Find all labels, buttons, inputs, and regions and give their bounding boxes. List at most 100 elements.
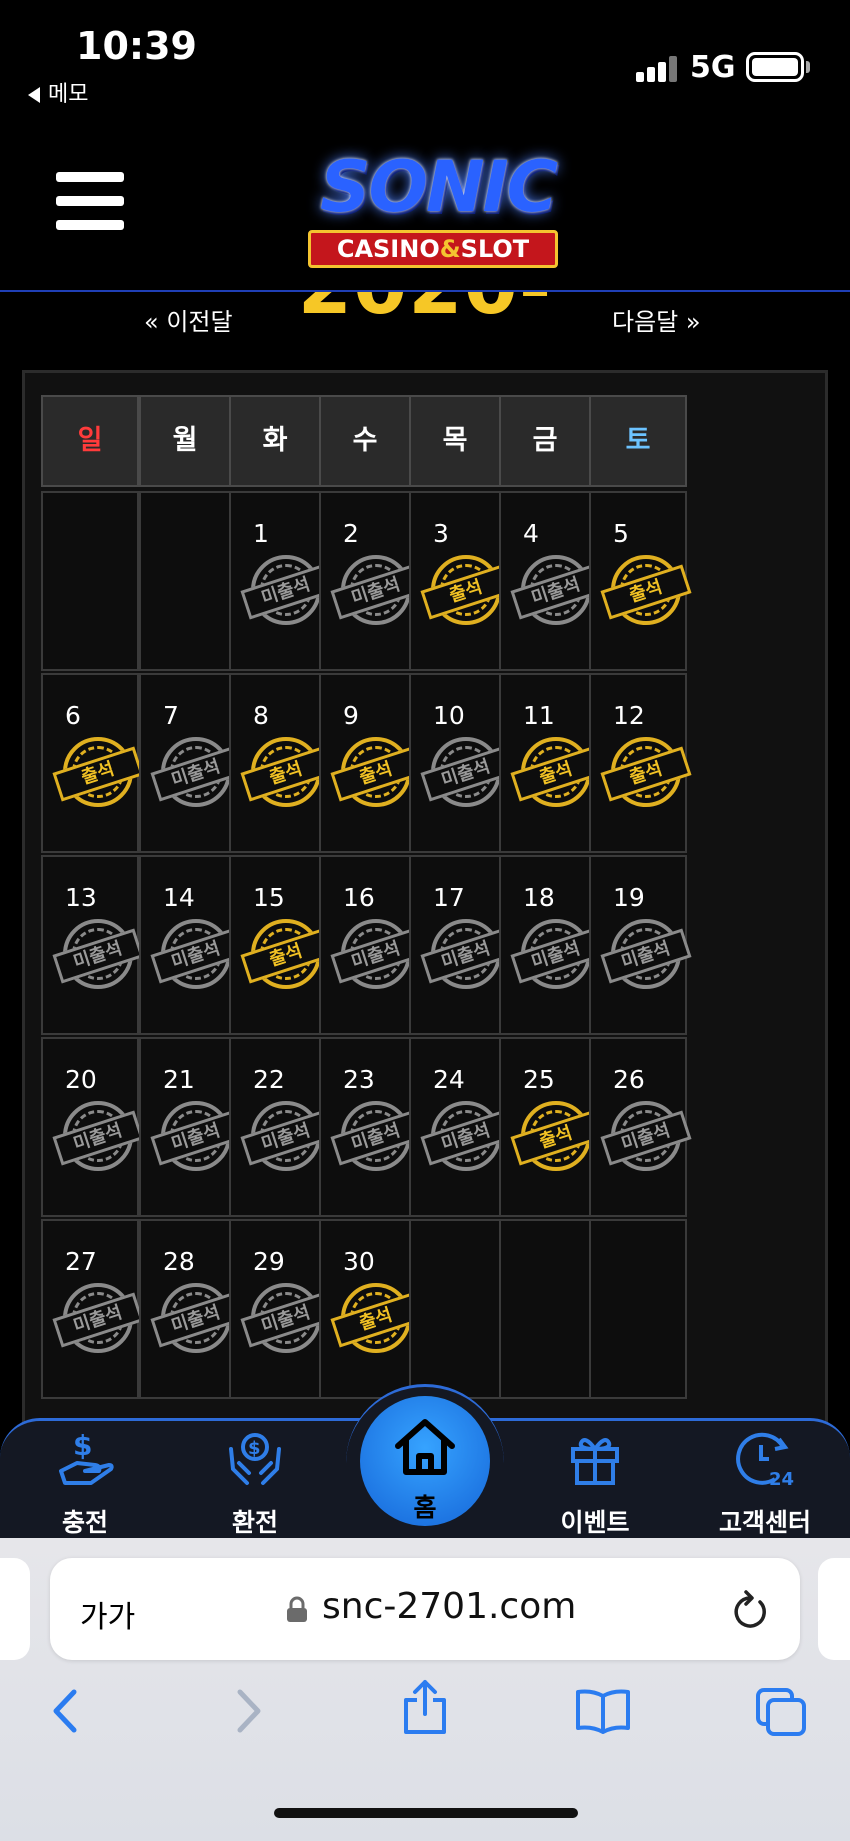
absent-stamp-icon: 미출석 [510,919,602,989]
day-number: 16 [343,883,375,912]
day-number: 25 [523,1065,555,1094]
calendar-day-cell[interactable]: 24 미출석 [409,1037,512,1217]
absent-stamp-icon: 미출석 [420,737,512,807]
calendar-day-cell[interactable]: 29 미출석 [229,1219,332,1399]
calendar-day-cell[interactable]: 30 출석 [319,1219,422,1399]
weekday-header: 목 [409,395,501,487]
day-number: 20 [65,1065,97,1094]
url-text: snc-2701.com [322,1586,577,1627]
logo-sub-badge: CASINO&SLOT [308,230,558,268]
tabs-icon[interactable] [754,1686,808,1738]
reload-icon[interactable] [730,1588,770,1632]
calendar-day-cell[interactable]: 4 미출석 [499,491,602,671]
site-header: SONIC CASINO&SLOT [0,120,850,292]
share-icon[interactable] [400,1678,450,1736]
calendar-day-cell[interactable]: 2 미출석 [319,491,422,671]
calendar-day-cell[interactable]: 18 미출석 [499,855,602,1035]
calendar-day-cell[interactable]: 22 미출석 [229,1037,332,1217]
status-bar: 10:39 메모 5G [0,0,850,120]
day-number: 6 [65,701,81,730]
day-number: 8 [253,701,269,730]
svg-text:$: $ [73,1429,92,1462]
attended-stamp-icon: 출석 [420,555,512,625]
calendar-day-cell[interactable]: 8 출석 [229,673,332,853]
calendar-day-cell[interactable]: 10 미출석 [409,673,512,853]
calendar-day-cell[interactable]: 12 출석 [589,673,692,853]
day-number: 13 [65,883,97,912]
next-tab-preview[interactable] [818,1558,850,1660]
absent-stamp-icon: 미출석 [150,1283,242,1353]
back-to-app-link[interactable]: 메모 [28,76,88,108]
text-size-button[interactable]: 가가 [80,1592,135,1636]
calendar-day-cell[interactable]: 5 출석 [589,491,692,671]
day-number: 22 [253,1065,285,1094]
cellular-signal-icon [636,56,678,82]
day-number: 21 [163,1065,195,1094]
weekday-header: 토 [589,395,687,487]
next-month-link[interactable]: 다음달 » [612,302,701,336]
day-number: 19 [613,883,645,912]
status-time: 10:39 [76,24,197,68]
calendar-day-cell[interactable]: 3 출석 [409,491,512,671]
calendar-day-cell[interactable]: 20 미출석 [41,1037,144,1217]
calendar-day-cell[interactable]: 13 미출석 [41,855,144,1035]
calendar-day-cell[interactable]: 28 미출석 [139,1219,242,1399]
nav-deposit[interactable]: $ 충전 [10,1421,160,1541]
day-number: 7 [163,701,179,730]
nav-event[interactable]: 이벤트 [520,1421,670,1541]
home-indicator [274,1808,578,1818]
address-bar[interactable]: 가가 snc-2701.com [50,1558,800,1660]
weekday-header: 금 [499,395,591,487]
day-number: 4 [523,519,539,548]
calendar-day-cell[interactable]: 19 미출석 [589,855,692,1035]
calendar-day-cell[interactable]: 15 출석 [229,855,332,1035]
nav-withdraw[interactable]: $ 환전 [180,1421,330,1541]
browser-toolbar: 가가 snc-2701.com [0,1538,850,1841]
weekday-header: 월 [139,395,231,487]
nav-deposit-label: 충전 [61,1508,108,1537]
site-logo[interactable]: SONIC CASINO&SLOT [278,146,598,270]
calendar-day-cell[interactable]: 26 미출석 [589,1037,692,1217]
bookmarks-book-icon[interactable] [574,1686,632,1736]
back-triangle-icon [28,87,40,103]
weekday-header: 화 [229,395,321,487]
day-number: 23 [343,1065,375,1094]
calendar-day-cell[interactable]: 14 미출석 [139,855,242,1035]
day-number: 24 [433,1065,465,1094]
calendar-day-cell[interactable]: 27 미출석 [41,1219,144,1399]
forward-chevron-icon[interactable] [228,1686,268,1736]
nav-support-label: 고객센터 [718,1508,811,1537]
nav-withdraw-label: 환전 [231,1508,278,1537]
svg-text:$: $ [248,1438,261,1459]
attended-stamp-icon: 출석 [330,737,422,807]
absent-stamp-icon: 미출석 [52,919,144,989]
calendar-day-cell[interactable]: 1 미출석 [229,491,332,671]
calendar-day-cell[interactable]: 17 미출석 [409,855,512,1035]
attended-stamp-icon: 출석 [510,737,602,807]
logo-sub-amp: & [439,235,461,263]
logo-sub-right: SLOT [460,235,530,263]
battery-icon [746,52,804,82]
calendar-day-cell[interactable]: 25 출석 [499,1037,602,1217]
nav-support[interactable]: 24 고객센터 [690,1421,840,1541]
nav-home-button[interactable]: 홈 [360,1396,490,1526]
absent-stamp-icon: 미출석 [240,1283,332,1353]
menu-icon[interactable] [56,172,126,234]
battery-tip-icon [806,61,810,73]
logo-sub-left: CASINO [336,235,440,263]
previous-tab-preview[interactable] [0,1558,30,1660]
back-chevron-icon[interactable] [46,1686,86,1736]
prev-month-link[interactable]: « 이전달 [144,302,233,336]
calendar-day-cell[interactable]: 7 미출석 [139,673,242,853]
calendar-day-cell[interactable]: 6 출석 [41,673,144,853]
calendar-day-cell[interactable]: 16 미출석 [319,855,422,1035]
absent-stamp-icon: 미출석 [52,1101,144,1171]
day-number: 17 [433,883,465,912]
calendar-day-cell[interactable]: 23 미출석 [319,1037,422,1217]
day-number: 28 [163,1247,195,1276]
calendar-day-cell[interactable]: 11 출석 [499,673,602,853]
calendar-day-cell[interactable]: 9 출석 [319,673,422,853]
calendar-empty-cell [499,1219,591,1399]
absent-stamp-icon: 미출석 [240,555,332,625]
calendar-day-cell[interactable]: 21 미출석 [139,1037,242,1217]
